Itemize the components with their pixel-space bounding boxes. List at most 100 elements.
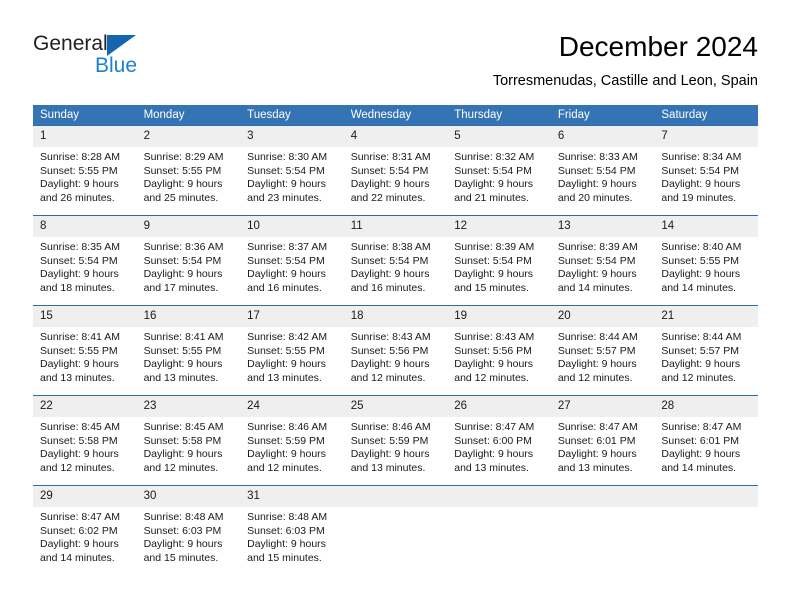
day-cell-box: 16 Sunrise: 8:41 AM Sunset: 5:55 PM Dayligh…: [136, 305, 241, 389]
sunset-time: Sunset: 5:54 PM: [247, 254, 325, 267]
sunrise-time: Sunrise: 8:39 AM: [557, 241, 638, 253]
calendar-day-cell[interactable]: 3 Sunrise: 8:30 AM Sunset: 5:54 PM Daylight…: [240, 125, 344, 209]
page-title: December 2024: [558, 31, 758, 62]
calendar-day-cell[interactable]: 8 Sunrise: 8:35 AM Sunset: 5:54 PM Daylight…: [33, 215, 137, 299]
calendar-day-cell[interactable]: 2 Sunrise: 8:29 AM Sunset: 5:55 PM Daylight…: [136, 125, 241, 209]
sunset-time: Sunset: 5:54 PM: [247, 164, 325, 177]
day-cell-box: 11 Sunrise: 8:38 AM Sunset: 5:54 PM Dayligh…: [343, 215, 448, 299]
daylight-duration-line1: Daylight: 9 hours: [661, 448, 741, 461]
sunrise-time: Sunrise: 8:41 AM: [40, 331, 120, 343]
daylight-duration-line2: and 14 minutes.: [661, 461, 737, 474]
day-cell-box: 29 Sunrise: 8:47 AM Sunset: 6:02 PM Dayligh…: [33, 485, 137, 569]
calendar-day-cell[interactable]: 29 Sunrise: 8:47 AM Sunset: 6:02 PM Dayligh…: [33, 485, 137, 569]
day-number: 11: [343, 216, 448, 237]
calendar-day-cell[interactable]: 11 Sunrise: 8:38 AM Sunset: 5:54 PM Dayligh…: [343, 215, 448, 299]
day-number: 6: [550, 126, 655, 147]
day-sun-info: Sunrise: 8:38 AM Sunset: 5:54 PM Daylight:…: [344, 237, 448, 295]
day-cell-box: 3 Sunrise: 8:30 AM Sunset: 5:54 PM Daylight…: [240, 125, 344, 209]
day-cell-box: 20 Sunrise: 8:44 AM Sunset: 5:57 PM Dayligh…: [550, 305, 655, 389]
daylight-duration-line1: Daylight: 9 hours: [454, 358, 534, 371]
sunrise-time: Sunrise: 8:33 AM: [557, 151, 638, 163]
day-number: [447, 486, 551, 507]
day-sun-info: Sunrise: 8:45 AM Sunset: 5:58 PM Daylight:…: [137, 417, 241, 475]
calendar-day-cell[interactable]: 26 Sunrise: 8:47 AM Sunset: 6:00 PM Dayligh…: [447, 395, 551, 479]
day-sun-info: Sunrise: 8:47 AM Sunset: 6:01 PM Daylight:…: [654, 417, 758, 475]
calendar-day-cell[interactable]: 7 Sunrise: 8:34 AM Sunset: 5:54 PM Daylight…: [654, 125, 758, 209]
day-number: 19: [447, 306, 551, 327]
sunrise-time: Sunrise: 8:45 AM: [143, 421, 224, 433]
calendar-day-cell[interactable]: 16 Sunrise: 8:41 AM Sunset: 5:55 PM Dayligh…: [136, 305, 241, 389]
day-number: 26: [447, 396, 551, 417]
sunset-time: Sunset: 5:57 PM: [661, 344, 740, 357]
daylight-duration-line1: Daylight: 9 hours: [40, 178, 119, 191]
daylight-duration-line1: Daylight: 9 hours: [350, 448, 430, 461]
day-number: [343, 486, 448, 507]
day-sun-info: Sunrise: 8:48 AM Sunset: 6:03 PM Daylight:…: [137, 507, 241, 565]
calendar-day-cell[interactable]: 13 Sunrise: 8:39 AM Sunset: 5:54 PM Dayligh…: [550, 215, 655, 299]
day-number: 1: [33, 126, 137, 147]
calendar-day-cell[interactable]: 10 Sunrise: 8:37 AM Sunset: 5:54 PM Dayligh…: [240, 215, 344, 299]
day-cell-box: 30 Sunrise: 8:48 AM Sunset: 6:03 PM Dayligh…: [136, 485, 241, 569]
day-cell-box: 19 Sunrise: 8:43 AM Sunset: 5:56 PM Dayligh…: [447, 305, 551, 389]
calendar-day-cell[interactable]: 4 Sunrise: 8:31 AM Sunset: 5:54 PM Daylight…: [343, 125, 448, 209]
day-sun-info: Sunrise: 8:33 AM Sunset: 5:54 PM Daylight:…: [551, 147, 655, 205]
calendar-day-cell[interactable]: 28 Sunrise: 8:47 AM Sunset: 6:01 PM Dayligh…: [654, 395, 758, 479]
calendar-day-cell[interactable]: 18 Sunrise: 8:43 AM Sunset: 5:56 PM Dayligh…: [343, 305, 448, 389]
day-number: 24: [240, 396, 344, 417]
calendar-day-cell[interactable]: 14 Sunrise: 8:40 AM Sunset: 5:55 PM Dayligh…: [654, 215, 758, 299]
daylight-duration-line1: Daylight: 9 hours: [143, 268, 223, 281]
calendar-day-cell[interactable]: 24 Sunrise: 8:46 AM Sunset: 5:59 PM Dayligh…: [240, 395, 344, 479]
day-number: 10: [240, 216, 344, 237]
sunrise-time: Sunrise: 8:30 AM: [247, 151, 328, 163]
calendar-day-cell[interactable]: 23 Sunrise: 8:45 AM Sunset: 5:58 PM Dayligh…: [136, 395, 241, 479]
daylight-duration-line1: Daylight: 9 hours: [247, 538, 326, 551]
calendar-day-cell[interactable]: 31 Sunrise: 8:48 AM Sunset: 6:03 PM Dayligh…: [240, 485, 344, 569]
calendar-day-cell[interactable]: 6 Sunrise: 8:33 AM Sunset: 5:54 PM Daylight…: [550, 125, 655, 209]
daylight-duration-line2: and 20 minutes.: [557, 191, 633, 204]
daylight-duration-line1: Daylight: 9 hours: [661, 268, 741, 281]
calendar-day-cell[interactable]: 19 Sunrise: 8:43 AM Sunset: 5:56 PM Dayligh…: [447, 305, 551, 389]
calendar-day-cell[interactable]: 17 Sunrise: 8:42 AM Sunset: 5:55 PM Dayligh…: [240, 305, 344, 389]
calendar-day-cell[interactable]: 27 Sunrise: 8:47 AM Sunset: 6:01 PM Dayligh…: [550, 395, 655, 479]
calendar-day-cell: [447, 485, 551, 569]
sunrise-time: Sunrise: 8:46 AM: [350, 421, 431, 433]
day-sun-info: Sunrise: 8:40 AM Sunset: 5:55 PM Daylight:…: [654, 237, 758, 295]
calendar-day-cell[interactable]: 21 Sunrise: 8:44 AM Sunset: 5:57 PM Dayligh…: [654, 305, 758, 389]
weekday-header-sunday: Sunday: [33, 105, 137, 125]
sunrise-time: Sunrise: 8:42 AM: [247, 331, 328, 343]
day-cell-box: 18 Sunrise: 8:43 AM Sunset: 5:56 PM Dayligh…: [343, 305, 448, 389]
daylight-duration-line2: and 13 minutes.: [454, 461, 529, 474]
sunrise-time: Sunrise: 8:28 AM: [40, 151, 120, 163]
day-sun-info: Sunrise: 8:35 AM Sunset: 5:54 PM Daylight:…: [33, 237, 137, 295]
sunset-time: Sunset: 6:02 PM: [40, 524, 118, 537]
calendar-day-cell[interactable]: 25 Sunrise: 8:46 AM Sunset: 5:59 PM Dayligh…: [343, 395, 448, 479]
calendar-week-row: 22 Sunrise: 8:45 AM Sunset: 5:58 PM Dayligh…: [33, 395, 758, 479]
calendar-day-cell[interactable]: 20 Sunrise: 8:44 AM Sunset: 5:57 PM Dayligh…: [550, 305, 655, 389]
day-sun-info: Sunrise: 8:31 AM Sunset: 5:54 PM Daylight:…: [344, 147, 448, 205]
calendar-day-cell[interactable]: 30 Sunrise: 8:48 AM Sunset: 6:03 PM Dayligh…: [136, 485, 241, 569]
sunrise-time: Sunrise: 8:43 AM: [454, 331, 535, 343]
sunset-time: Sunset: 5:55 PM: [40, 344, 118, 357]
calendar-day-cell[interactable]: 1 Sunrise: 8:28 AM Sunset: 5:55 PM Daylight…: [33, 125, 137, 209]
sunrise-time: Sunrise: 8:29 AM: [143, 151, 224, 163]
day-cell-box: 13 Sunrise: 8:39 AM Sunset: 5:54 PM Dayligh…: [550, 215, 655, 299]
calendar-day-cell[interactable]: 12 Sunrise: 8:39 AM Sunset: 5:54 PM Dayligh…: [447, 215, 551, 299]
day-cell-box: 10 Sunrise: 8:37 AM Sunset: 5:54 PM Dayligh…: [240, 215, 344, 299]
day-number: 23: [136, 396, 241, 417]
general-blue-logo[interactable]: General Blue: [33, 32, 213, 92]
daylight-duration-line2: and 12 minutes.: [454, 371, 529, 384]
calendar-day-cell[interactable]: 5 Sunrise: 8:32 AM Sunset: 5:54 PM Daylight…: [447, 125, 551, 209]
day-cell-box: 14 Sunrise: 8:40 AM Sunset: 5:55 PM Dayligh…: [654, 215, 758, 299]
daylight-duration-line1: Daylight: 9 hours: [661, 358, 741, 371]
daylight-duration-line2: and 16 minutes.: [247, 281, 322, 294]
calendar-day-cell[interactable]: 9 Sunrise: 8:36 AM Sunset: 5:54 PM Daylight…: [136, 215, 241, 299]
day-cell-box: 25 Sunrise: 8:46 AM Sunset: 5:59 PM Dayligh…: [343, 395, 448, 479]
calendar-day-cell[interactable]: 22 Sunrise: 8:45 AM Sunset: 5:58 PM Dayligh…: [33, 395, 137, 479]
daylight-duration-line1: Daylight: 9 hours: [143, 448, 223, 461]
sunset-time: Sunset: 5:59 PM: [350, 434, 429, 447]
calendar-day-cell[interactable]: 15 Sunrise: 8:41 AM Sunset: 5:55 PM Dayligh…: [33, 305, 137, 389]
day-cell-box: 28 Sunrise: 8:47 AM Sunset: 6:01 PM Dayligh…: [654, 395, 758, 479]
day-cell-box: 27 Sunrise: 8:47 AM Sunset: 6:01 PM Dayligh…: [550, 395, 655, 479]
daylight-duration-line2: and 14 minutes.: [661, 281, 737, 294]
day-number: 9: [136, 216, 241, 237]
